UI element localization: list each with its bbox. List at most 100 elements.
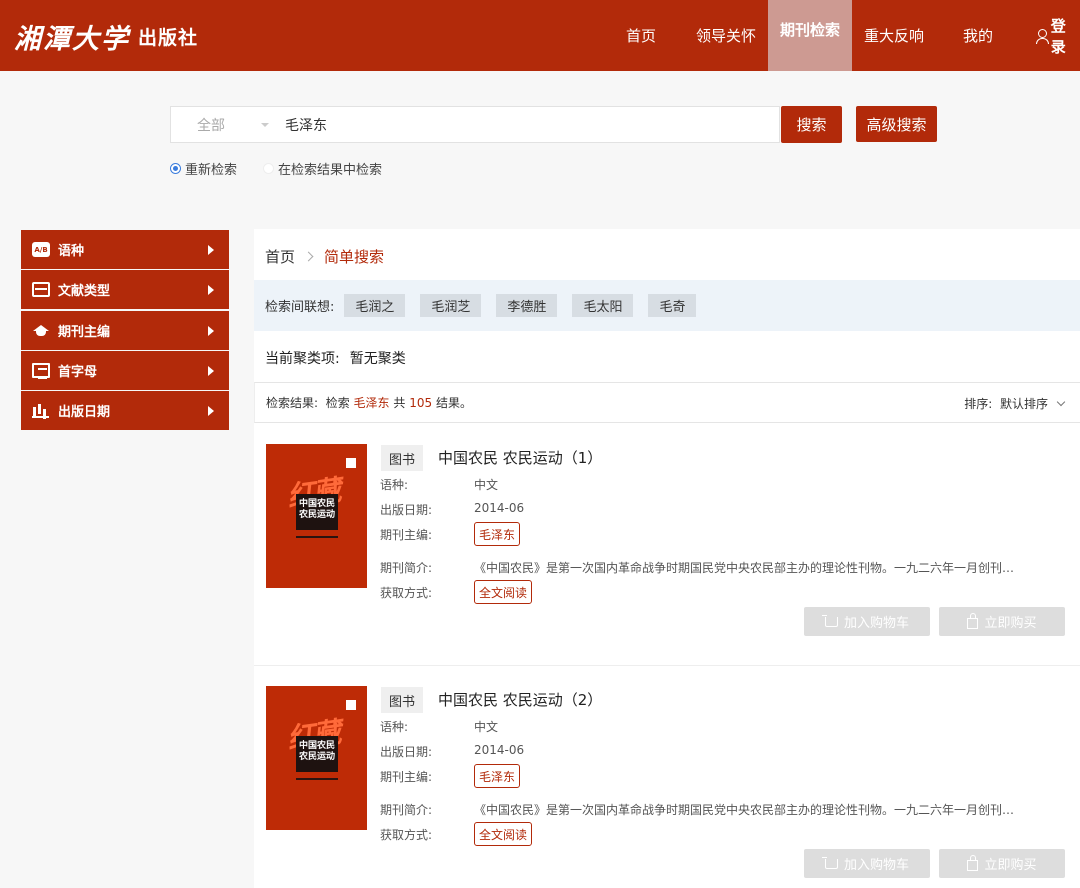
language-icon: A/B <box>32 242 50 257</box>
sidebar-item-editor[interactable]: 期刊主编 <box>21 310 229 350</box>
category-badge: 图书 <box>381 687 423 713</box>
association-tag[interactable]: 毛太阳 <box>572 294 634 317</box>
pub-date-label: 出版日期: <box>380 745 433 759</box>
document-type-icon <box>32 282 50 298</box>
buy-now-label: 立即购买 <box>984 858 1037 873</box>
full-text-button[interactable]: 全文阅读 <box>474 822 533 846</box>
buy-now-button[interactable]: 立即购买 <box>939 607 1065 636</box>
access-label: 获取方式: <box>380 828 433 842</box>
add-to-cart-button[interactable]: 加入购物车 <box>804 607 930 636</box>
list-item: 红藏 中国农民 农民运动 图书 中国农民 农民运动（1） 语种: 中文 出版日期… <box>254 424 1080 666</box>
sidebar-item-label: 出版日期 <box>58 405 111 421</box>
cart-icon <box>821 856 838 869</box>
filter-sidebar: A/B 语种 文献类型 期刊主编 首字母 出版日期 <box>21 230 229 431</box>
search-scope-value: 全部 <box>197 117 225 134</box>
buy-now-label: 立即购买 <box>984 616 1037 631</box>
cover-divider <box>296 536 338 538</box>
sidebar-item-initial[interactable]: 首字母 <box>21 350 229 390</box>
breadcrumb-home[interactable]: 首页 <box>265 246 295 267</box>
list-item: 红藏 中国农民 农民运动 图书 中国农民 农民运动（2） 语种: 中文 出版日期… <box>254 666 1080 888</box>
logo-sub-text: 出版社 <box>138 26 199 49</box>
book-cover[interactable]: 红藏 中国农民 农民运动 <box>266 686 367 830</box>
pub-date-value: 2014-06 <box>474 743 525 757</box>
search-scope-select[interactable]: 全部 <box>171 107 275 142</box>
association-tag[interactable]: 李德胜 <box>496 294 558 317</box>
result-summary-bar: 检索结果: 检索 毛泽东 共 105 结果。 排序: 默认排序 <box>254 382 1080 423</box>
results-suffix: 结果。 <box>435 396 472 410</box>
nav-journal-search[interactable]: 期刊检索 <box>768 0 852 71</box>
login-label: 登录 <box>1050 16 1066 56</box>
site-logo[interactable]: 湘潭大学 出版社 <box>14 18 199 55</box>
cluster-info: 当前聚类项: 暂无聚类 <box>265 348 406 368</box>
chevron-right-icon <box>208 285 214 296</box>
bar-chart-icon <box>32 403 50 419</box>
summary-text: 《中国农民》是第一次国内革命战争时期国民党中央农民部主办的理论性刊物。一九二六年… <box>474 561 1015 575</box>
book-title[interactable]: 中国农民 农民运动（1） <box>438 447 602 468</box>
add-to-cart-label: 加入购物车 <box>843 616 909 631</box>
shopping-bag-icon <box>967 854 979 871</box>
chevron-right-icon <box>208 325 214 336</box>
graduation-cap-icon <box>32 323 50 338</box>
user-icon <box>1036 28 1049 44</box>
search-area: 全部 搜索 高级搜索 重新检索 在检索结果中检索 <box>0 71 1080 211</box>
association-tag[interactable]: 毛润芝 <box>420 294 482 317</box>
search-box: 全部 <box>170 106 780 143</box>
sidebar-item-label: 期刊主编 <box>58 324 111 340</box>
sidebar-item-language[interactable]: A/B 语种 <box>21 230 229 269</box>
editor-link[interactable]: 毛泽东 <box>474 764 521 788</box>
summary-label: 期刊简介: <box>380 561 433 575</box>
sidebar-item-document-type[interactable]: 文献类型 <box>21 270 229 310</box>
editor-link[interactable]: 毛泽东 <box>474 522 521 546</box>
radio-new-search-label: 重新检索 <box>185 163 238 178</box>
nav-major-impact[interactable]: 重大反响 <box>858 0 930 71</box>
cluster-value: 暂无聚类 <box>349 351 406 367</box>
language-label: 语种: <box>380 720 409 734</box>
cover-divider <box>296 778 338 780</box>
radio-new-search[interactable]: 重新检索 <box>170 159 237 178</box>
chevron-down-icon <box>261 123 269 127</box>
association-bar: 检索间联想: 毛润之 毛润芝 李德胜 毛太阳 毛奇 <box>254 280 1080 331</box>
add-to-cart-label: 加入购物车 <box>843 858 909 873</box>
buy-now-button[interactable]: 立即购买 <box>939 849 1065 878</box>
sidebar-item-pub-date[interactable]: 出版日期 <box>21 391 229 431</box>
chevron-right-icon <box>208 406 214 417</box>
radio-search-within-label: 在检索结果中检索 <box>278 163 383 178</box>
sort-select[interactable]: 排序: 默认排序 <box>964 395 1066 412</box>
chevron-right-icon <box>303 251 314 262</box>
language-value: 中文 <box>474 720 499 734</box>
summary-text: 《中国农民》是第一次国内革命战争时期国民党中央农民部主办的理论性刊物。一九二六年… <box>474 803 1015 817</box>
results-label: 检索结果: <box>266 396 319 410</box>
chevron-down-icon <box>1056 397 1066 406</box>
chevron-right-icon <box>208 365 214 376</box>
sidebar-item-label: 语种 <box>58 244 85 259</box>
association-tag[interactable]: 毛润之 <box>344 294 406 317</box>
top-header: 湘潭大学 出版社 首页 领导关怀 期刊检索 重大反响 我的 登录 <box>0 0 1080 71</box>
main-content: 首页 简单搜索 检索间联想: 毛润之 毛润芝 李德胜 毛太阳 毛奇 当前聚类项:… <box>254 229 1080 888</box>
results-keyword: 毛泽东 <box>353 396 390 410</box>
pages-icon <box>32 362 50 379</box>
sort-label: 排序: <box>964 397 993 411</box>
add-to-cart-button[interactable]: 加入购物车 <box>804 849 930 878</box>
nav-leadership[interactable]: 领导关怀 <box>690 0 762 71</box>
book-cover[interactable]: 红藏 中国农民 农民运动 <box>266 444 367 588</box>
access-label: 获取方式: <box>380 586 433 600</box>
login-link[interactable]: 登录 <box>1030 0 1080 71</box>
association-label: 检索间联想: <box>265 300 335 315</box>
nav-mine[interactable]: 我的 <box>950 0 1006 71</box>
pub-date-value: 2014-06 <box>474 501 525 515</box>
editor-label: 期刊主编: <box>380 528 433 542</box>
search-button[interactable]: 搜索 <box>781 106 842 143</box>
pub-date-label: 出版日期: <box>380 503 433 517</box>
language-label: 语种: <box>380 478 409 492</box>
book-title[interactable]: 中国农民 农民运动（2） <box>438 689 602 710</box>
shopping-bag-icon <box>967 612 979 629</box>
nav-home[interactable]: 首页 <box>612 0 670 71</box>
breadcrumb: 首页 简单搜索 <box>265 246 384 267</box>
category-badge: 图书 <box>381 445 423 471</box>
search-input[interactable] <box>277 107 777 142</box>
radio-search-within[interactable]: 在检索结果中检索 <box>263 159 382 178</box>
advanced-search-button[interactable]: 高级搜索 <box>856 106 937 142</box>
full-text-button[interactable]: 全文阅读 <box>474 580 533 604</box>
association-tag[interactable]: 毛奇 <box>648 294 697 317</box>
logo-main-text: 湘潭大学 <box>14 23 130 55</box>
